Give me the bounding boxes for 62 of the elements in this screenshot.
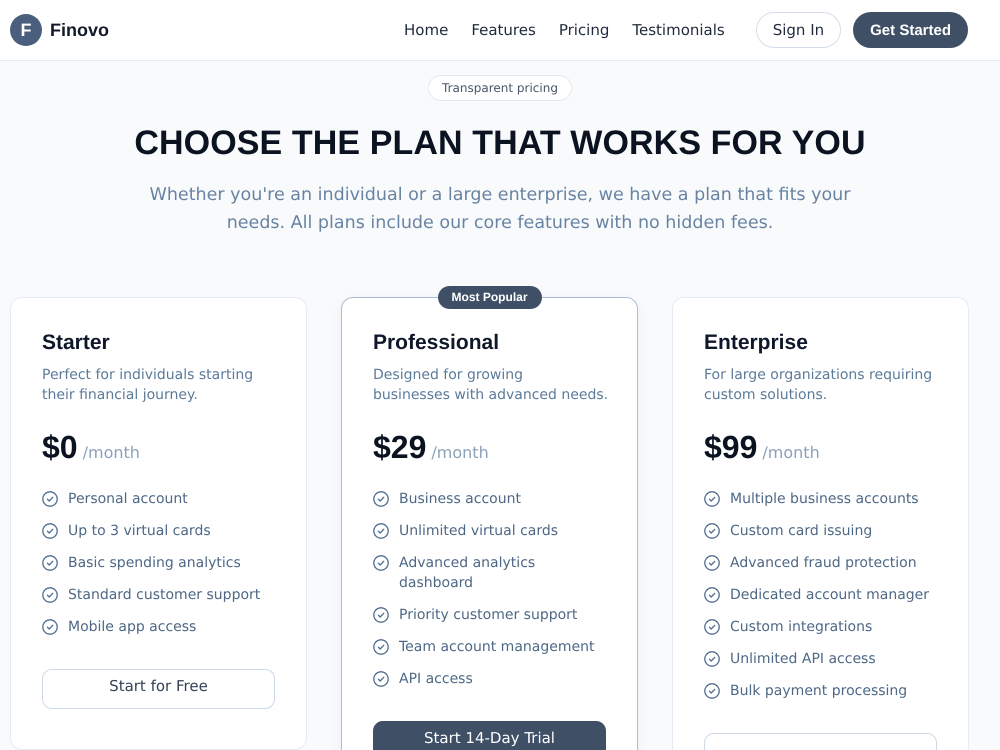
feature-text: Unlimited API access: [730, 650, 876, 669]
feature-text: Custom integrations: [730, 618, 872, 637]
check-circle-icon: [704, 491, 720, 507]
price-period: /month: [762, 443, 820, 462]
brand-name[interactable]: Finovo: [50, 20, 109, 40]
plan-button[interactable]: Start 14-Day Trial: [373, 721, 606, 750]
feature-text: Advanced fraud protection: [730, 554, 917, 573]
check-circle-icon: [373, 555, 389, 571]
nav-link[interactable]: Testimonials: [632, 21, 725, 39]
check-circle-icon: [42, 555, 58, 571]
plan-name: Enterprise: [704, 330, 809, 356]
check-circle-icon: [373, 639, 389, 655]
popular-badge: Most Popular: [438, 286, 542, 309]
feature-text: Advanced analytics dashboard: [399, 554, 536, 593]
check-circle-icon: [42, 619, 58, 635]
check-circle-icon: [42, 523, 58, 539]
check-circle-icon: [373, 523, 389, 539]
plan-description: Designed for growing businesses with advanced needs.: [373, 366, 610, 405]
page-heading: CHOOSE THE PLAN THAT WORKS FOR YOU: [134, 123, 866, 163]
feature-text: Basic spending analytics: [68, 554, 241, 573]
check-circle-icon: [42, 587, 58, 603]
nav-link[interactable]: Home: [404, 21, 448, 39]
plan-button[interactable]: Start for Free: [42, 669, 275, 709]
check-circle-icon: [373, 607, 389, 623]
plan-description: Perfect for individuals starting their financial journey.: [42, 366, 254, 405]
page-subtitle: Whether you're an individual or a large enterprise, we have a plan that fits your needs. All plans include our core features with no hidden fees.: [148, 184, 852, 235]
nav-link[interactable]: Pricing: [558, 21, 610, 39]
check-circle-icon: [373, 491, 389, 507]
check-circle-icon: [704, 619, 720, 635]
section-badge: Transparent pricing: [428, 75, 572, 101]
check-circle-icon: [704, 523, 720, 539]
feature-text: API access: [399, 670, 473, 689]
check-circle-icon: [373, 671, 389, 687]
price-period: /month: [431, 443, 489, 462]
feature-text: Bulk payment processing: [730, 682, 908, 701]
check-circle-icon: [704, 587, 720, 603]
nav-link[interactable]: Features: [471, 21, 536, 39]
logo-badge[interactable]: F: [10, 14, 42, 46]
price-period: /month: [82, 443, 140, 462]
feature-text: Multiple business accounts: [730, 490, 919, 509]
get-started-button[interactable]: Get Started: [853, 12, 968, 48]
feature-text: Custom card issuing: [730, 522, 872, 541]
feature-text: Business account: [399, 490, 521, 509]
plan-name: Professional: [373, 330, 500, 356]
plan-name: Starter: [42, 330, 111, 356]
check-circle-icon: [42, 491, 58, 507]
plan-price: $29: [373, 428, 426, 467]
feature-text: Dedicated account manager: [730, 586, 930, 605]
feature-text: Team account management: [399, 638, 594, 657]
sign-in-button[interactable]: Sign In: [756, 12, 842, 48]
plan-price: $0: [42, 428, 78, 467]
feature-text: Unlimited virtual cards: [399, 522, 558, 541]
feature-text: Priority customer support: [399, 606, 578, 625]
feature-text: Personal account: [68, 490, 188, 509]
feature-text: Standard customer support: [68, 586, 260, 605]
plan-price: $99: [704, 428, 758, 467]
feature-text: Up to 3 virtual cards: [68, 522, 211, 541]
check-circle-icon: [704, 683, 720, 699]
feature-text: Mobile app access: [68, 618, 196, 637]
check-circle-icon: [704, 555, 720, 571]
check-circle-icon: [704, 651, 720, 667]
plan-description: For large organizations requiring custom solutions.: [704, 366, 934, 405]
